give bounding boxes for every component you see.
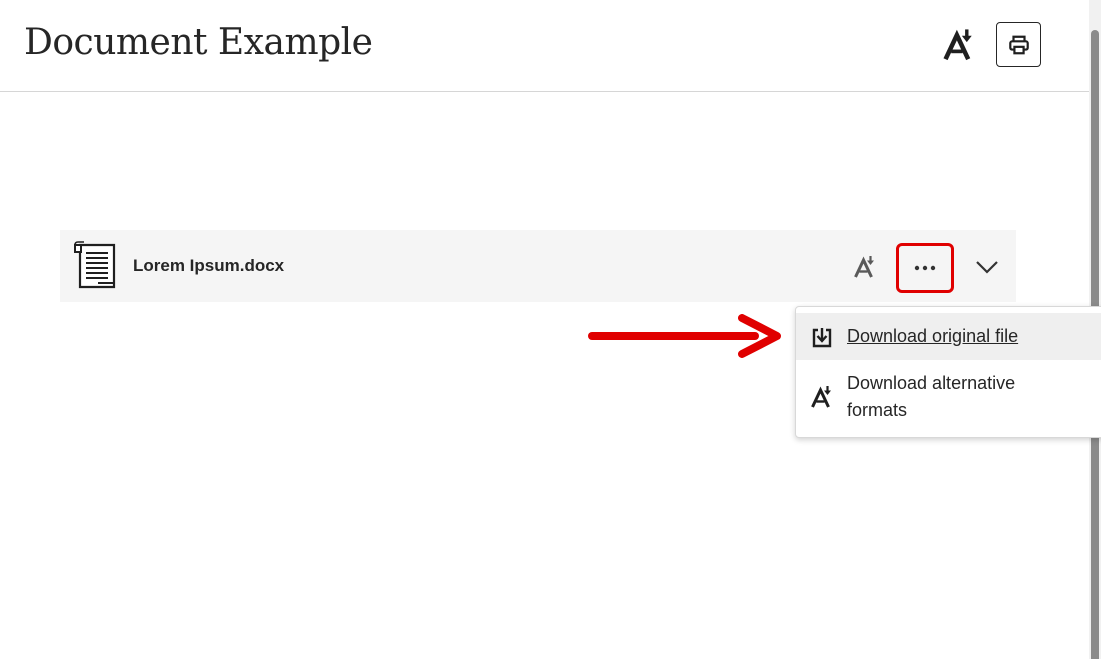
menu-item-download-alternative[interactable]: Download alternative formats (796, 365, 1101, 429)
expand-button[interactable] (972, 252, 1002, 282)
page-title: Document Example (24, 22, 373, 63)
alternative-formats-icon (943, 29, 972, 61)
menu-item-label: Download alternative formats (847, 373, 1016, 420)
menu-item-label: Download original file (847, 326, 1019, 346)
menu-item-download-original[interactable]: Download original file (796, 313, 1101, 360)
alternative-formats-button[interactable] (940, 26, 978, 64)
alternative-formats-icon (854, 256, 874, 278)
annotation-arrow (588, 314, 781, 358)
page-header: Document Example (0, 0, 1089, 92)
row-alternative-formats-button[interactable] (850, 252, 880, 282)
more-options-icon (914, 265, 936, 271)
print-button[interactable] (996, 22, 1041, 67)
print-icon (1008, 35, 1029, 54)
more-options-button[interactable] (896, 243, 954, 293)
download-icon (812, 328, 832, 348)
file-name[interactable]: Lorem Ipsum.docx (133, 256, 284, 276)
alternative-formats-icon (811, 386, 831, 408)
more-options-menu: Download original file Download alternat… (795, 306, 1101, 438)
file-row: Lorem Ipsum.docx (60, 230, 1016, 302)
document-icon (74, 241, 116, 289)
chevron-down-icon (976, 261, 998, 274)
